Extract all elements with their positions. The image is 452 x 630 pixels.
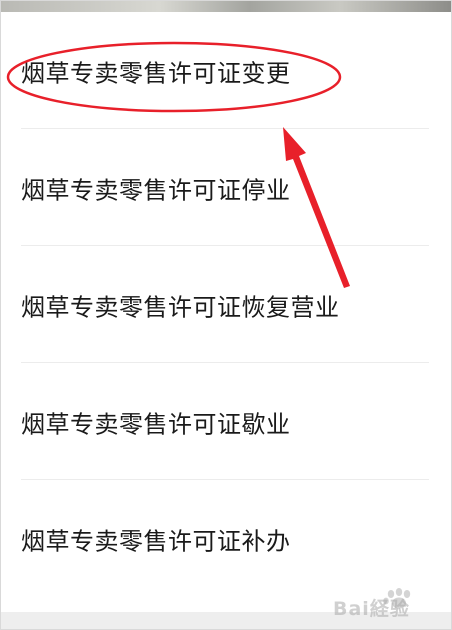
list-item-license-close[interactable]: 烟草专卖零售许可证歇业	[1, 363, 451, 480]
app-screen: 烟草专卖零售许可证变更 烟草专卖零售许可证停业 烟草专卖零售许可证恢复营业 烟草…	[0, 0, 452, 630]
license-service-list: 烟草专卖零售许可证变更 烟草专卖零售许可证停业 烟草专卖零售许可证恢复营业 烟草…	[1, 12, 451, 597]
list-item-label: 烟草专卖零售许可证停业	[21, 176, 291, 204]
list-item-license-reissue[interactable]: 烟草专卖零售许可证补办	[1, 480, 451, 597]
watermark-text: Bai経验	[333, 598, 410, 620]
list-item-license-resume[interactable]: 烟草专卖零售许可证恢复营业	[1, 246, 451, 363]
list-item-license-suspend[interactable]: 烟草专卖零售许可证停业	[1, 129, 451, 246]
baidu-watermark: Bai経验	[333, 585, 443, 625]
list-item-label: 烟草专卖零售许可证补办	[21, 527, 291, 555]
list-item-label: 烟草专卖零售许可证恢复营业	[21, 293, 340, 321]
list-item-label: 烟草专卖零售许可证变更	[21, 59, 291, 87]
header-image	[1, 1, 451, 12]
list-item-label: 烟草专卖零售许可证歇业	[21, 410, 291, 438]
list-item-license-change[interactable]: 烟草专卖零售许可证变更	[1, 12, 451, 129]
